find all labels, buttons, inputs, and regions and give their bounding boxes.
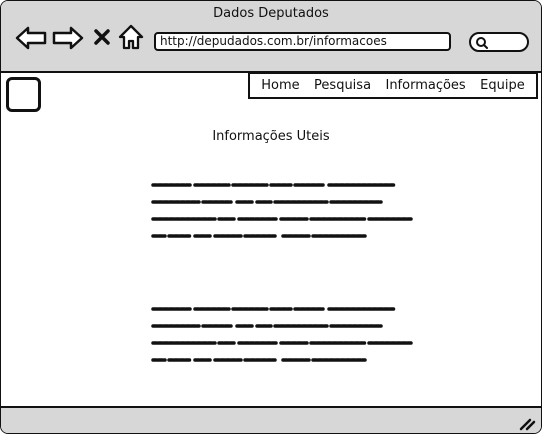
close-x-icon[interactable] xyxy=(93,28,111,46)
search-input[interactable] xyxy=(469,32,529,52)
logo-placeholder xyxy=(6,77,41,112)
nav-menu: Home Pesquisa Informações Equipe xyxy=(248,72,538,99)
url-input[interactable]: http://depudados.com.br/informacoes xyxy=(154,32,451,51)
resize-grip-icon[interactable] xyxy=(518,415,536,431)
text-paragraph-placeholder xyxy=(151,183,413,238)
menu-item-pesquisa[interactable]: Pesquisa xyxy=(314,78,371,93)
forward-arrow-icon[interactable] xyxy=(52,26,84,50)
text-paragraph-placeholder xyxy=(151,307,413,362)
menu-item-informacoes[interactable]: Informações xyxy=(385,78,465,93)
status-bar xyxy=(1,406,541,433)
browser-window: Dados Deputados http://depudados.com.br/… xyxy=(0,0,542,434)
browser-toolbar: Dados Deputados http://depudados.com.br/… xyxy=(1,1,541,73)
back-arrow-icon[interactable] xyxy=(15,26,47,50)
home-icon[interactable] xyxy=(118,24,144,50)
window-title: Dados Deputados xyxy=(213,6,329,21)
menu-item-home[interactable]: Home xyxy=(261,78,299,93)
page-heading: Informações Uteis xyxy=(212,129,330,144)
search-icon xyxy=(476,37,488,49)
menu-item-equipe[interactable]: Equipe xyxy=(480,78,525,93)
